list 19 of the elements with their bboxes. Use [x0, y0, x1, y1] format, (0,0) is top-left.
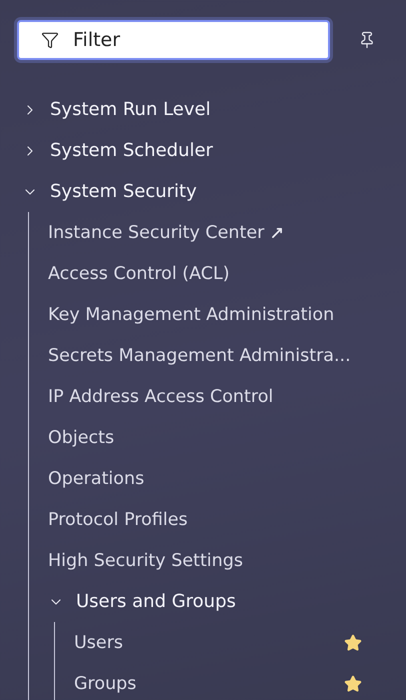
tree-item[interactable]: Objects	[29, 417, 406, 458]
filter-icon	[41, 31, 59, 49]
filter-box[interactable]: Filter	[17, 20, 330, 60]
tree-item[interactable]: System Security	[0, 171, 406, 212]
tree-item[interactable]: System Run Level	[0, 89, 406, 130]
tree-item[interactable]: Key Management Administration	[29, 294, 406, 335]
tree-item[interactable]: Protocol Profiles	[29, 499, 406, 540]
tree-item[interactable]: Groups	[55, 663, 406, 700]
tree-item[interactable]: Operations	[29, 458, 406, 499]
tree-item[interactable]: Instance Security Center	[29, 212, 406, 253]
tree-item[interactable]: Users	[55, 622, 406, 663]
tree-item[interactable]: Access Control (ACL)	[29, 253, 406, 294]
tree-item[interactable]: System Scheduler	[0, 130, 406, 171]
tree-item[interactable]: Users and Groups	[29, 581, 406, 622]
tree-item[interactable]: IP Address Access Control	[29, 376, 406, 417]
filter-field[interactable]: Filter	[73, 29, 316, 51]
tree-item[interactable]: Secrets Management Administra...	[29, 335, 406, 376]
pin-icon[interactable]	[358, 31, 376, 49]
tree-item[interactable]: High Security Settings	[29, 540, 406, 581]
